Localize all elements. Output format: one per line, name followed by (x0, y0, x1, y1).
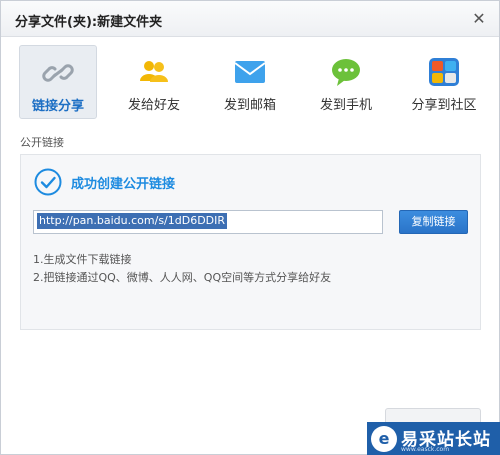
site-logo-icon: e (371, 426, 397, 452)
tab-label: 发给好友 (127, 98, 180, 113)
share-tabs: 链接分享 发给好友 发到邮箱 发到手机 分享到社区 (19, 45, 485, 121)
instructions: 1.生成文件下载链接 2.把链接通过QQ、微博、人人网、QQ空间等方式分享给好友 (33, 251, 331, 287)
success-message: 成功创建公开链接 (71, 177, 176, 192)
tab-link-share[interactable]: 链接分享 (19, 45, 97, 119)
tab-send-phone[interactable]: 发到手机 (307, 45, 385, 119)
tab-label: 发到手机 (319, 98, 372, 113)
tab-label: 链接分享 (31, 99, 84, 114)
mail-icon (234, 61, 266, 83)
instruction-step: 2.把链接通过QQ、微博、人人网、QQ空间等方式分享给好友 (33, 271, 332, 284)
share-link-field[interactable]: http://pan.baidu.com/s/1dD6DDIR (33, 210, 383, 234)
instruction-step: 1.生成文件下载链接 (33, 253, 132, 266)
tab-label: 分享到社区 (411, 98, 477, 113)
share-link-text: http://pan.baidu.com/s/1dD6DDIR (37, 213, 228, 229)
copy-link-button[interactable]: 复制链接 (399, 210, 468, 234)
tab-send-email[interactable]: 发到邮箱 (211, 45, 289, 119)
watermark-logo: e 易采站长站 www.easck.com (367, 422, 500, 455)
friends-icon (140, 61, 168, 82)
watermark-url: www.easck.com (401, 446, 450, 453)
check-circle-icon (34, 168, 62, 196)
public-link-panel: 成功创建公开链接 http://pan.baidu.com/s/1dD6DDIR… (20, 154, 481, 330)
tab-send-friends[interactable]: 发给好友 (115, 45, 193, 119)
close-button[interactable]: ✕ (469, 9, 489, 29)
tab-label: 发到邮箱 (223, 98, 276, 113)
dialog-title: 分享文件(夹):新建文件夹 (15, 15, 163, 30)
close-icon: ✕ (472, 9, 486, 28)
title-bar: 分享文件(夹):新建文件夹 ✕ (1, 1, 499, 37)
chat-bubble-icon (332, 59, 360, 86)
community-icon (429, 58, 459, 86)
tab-share-community[interactable]: 分享到社区 (403, 45, 485, 119)
link-icon (42, 64, 74, 82)
section-label: 公开链接 (20, 136, 64, 149)
share-dialog: 分享文件(夹):新建文件夹 ✕ 链接分享 发给好友 发到邮箱 发到手机 分享到社… (0, 0, 500, 455)
